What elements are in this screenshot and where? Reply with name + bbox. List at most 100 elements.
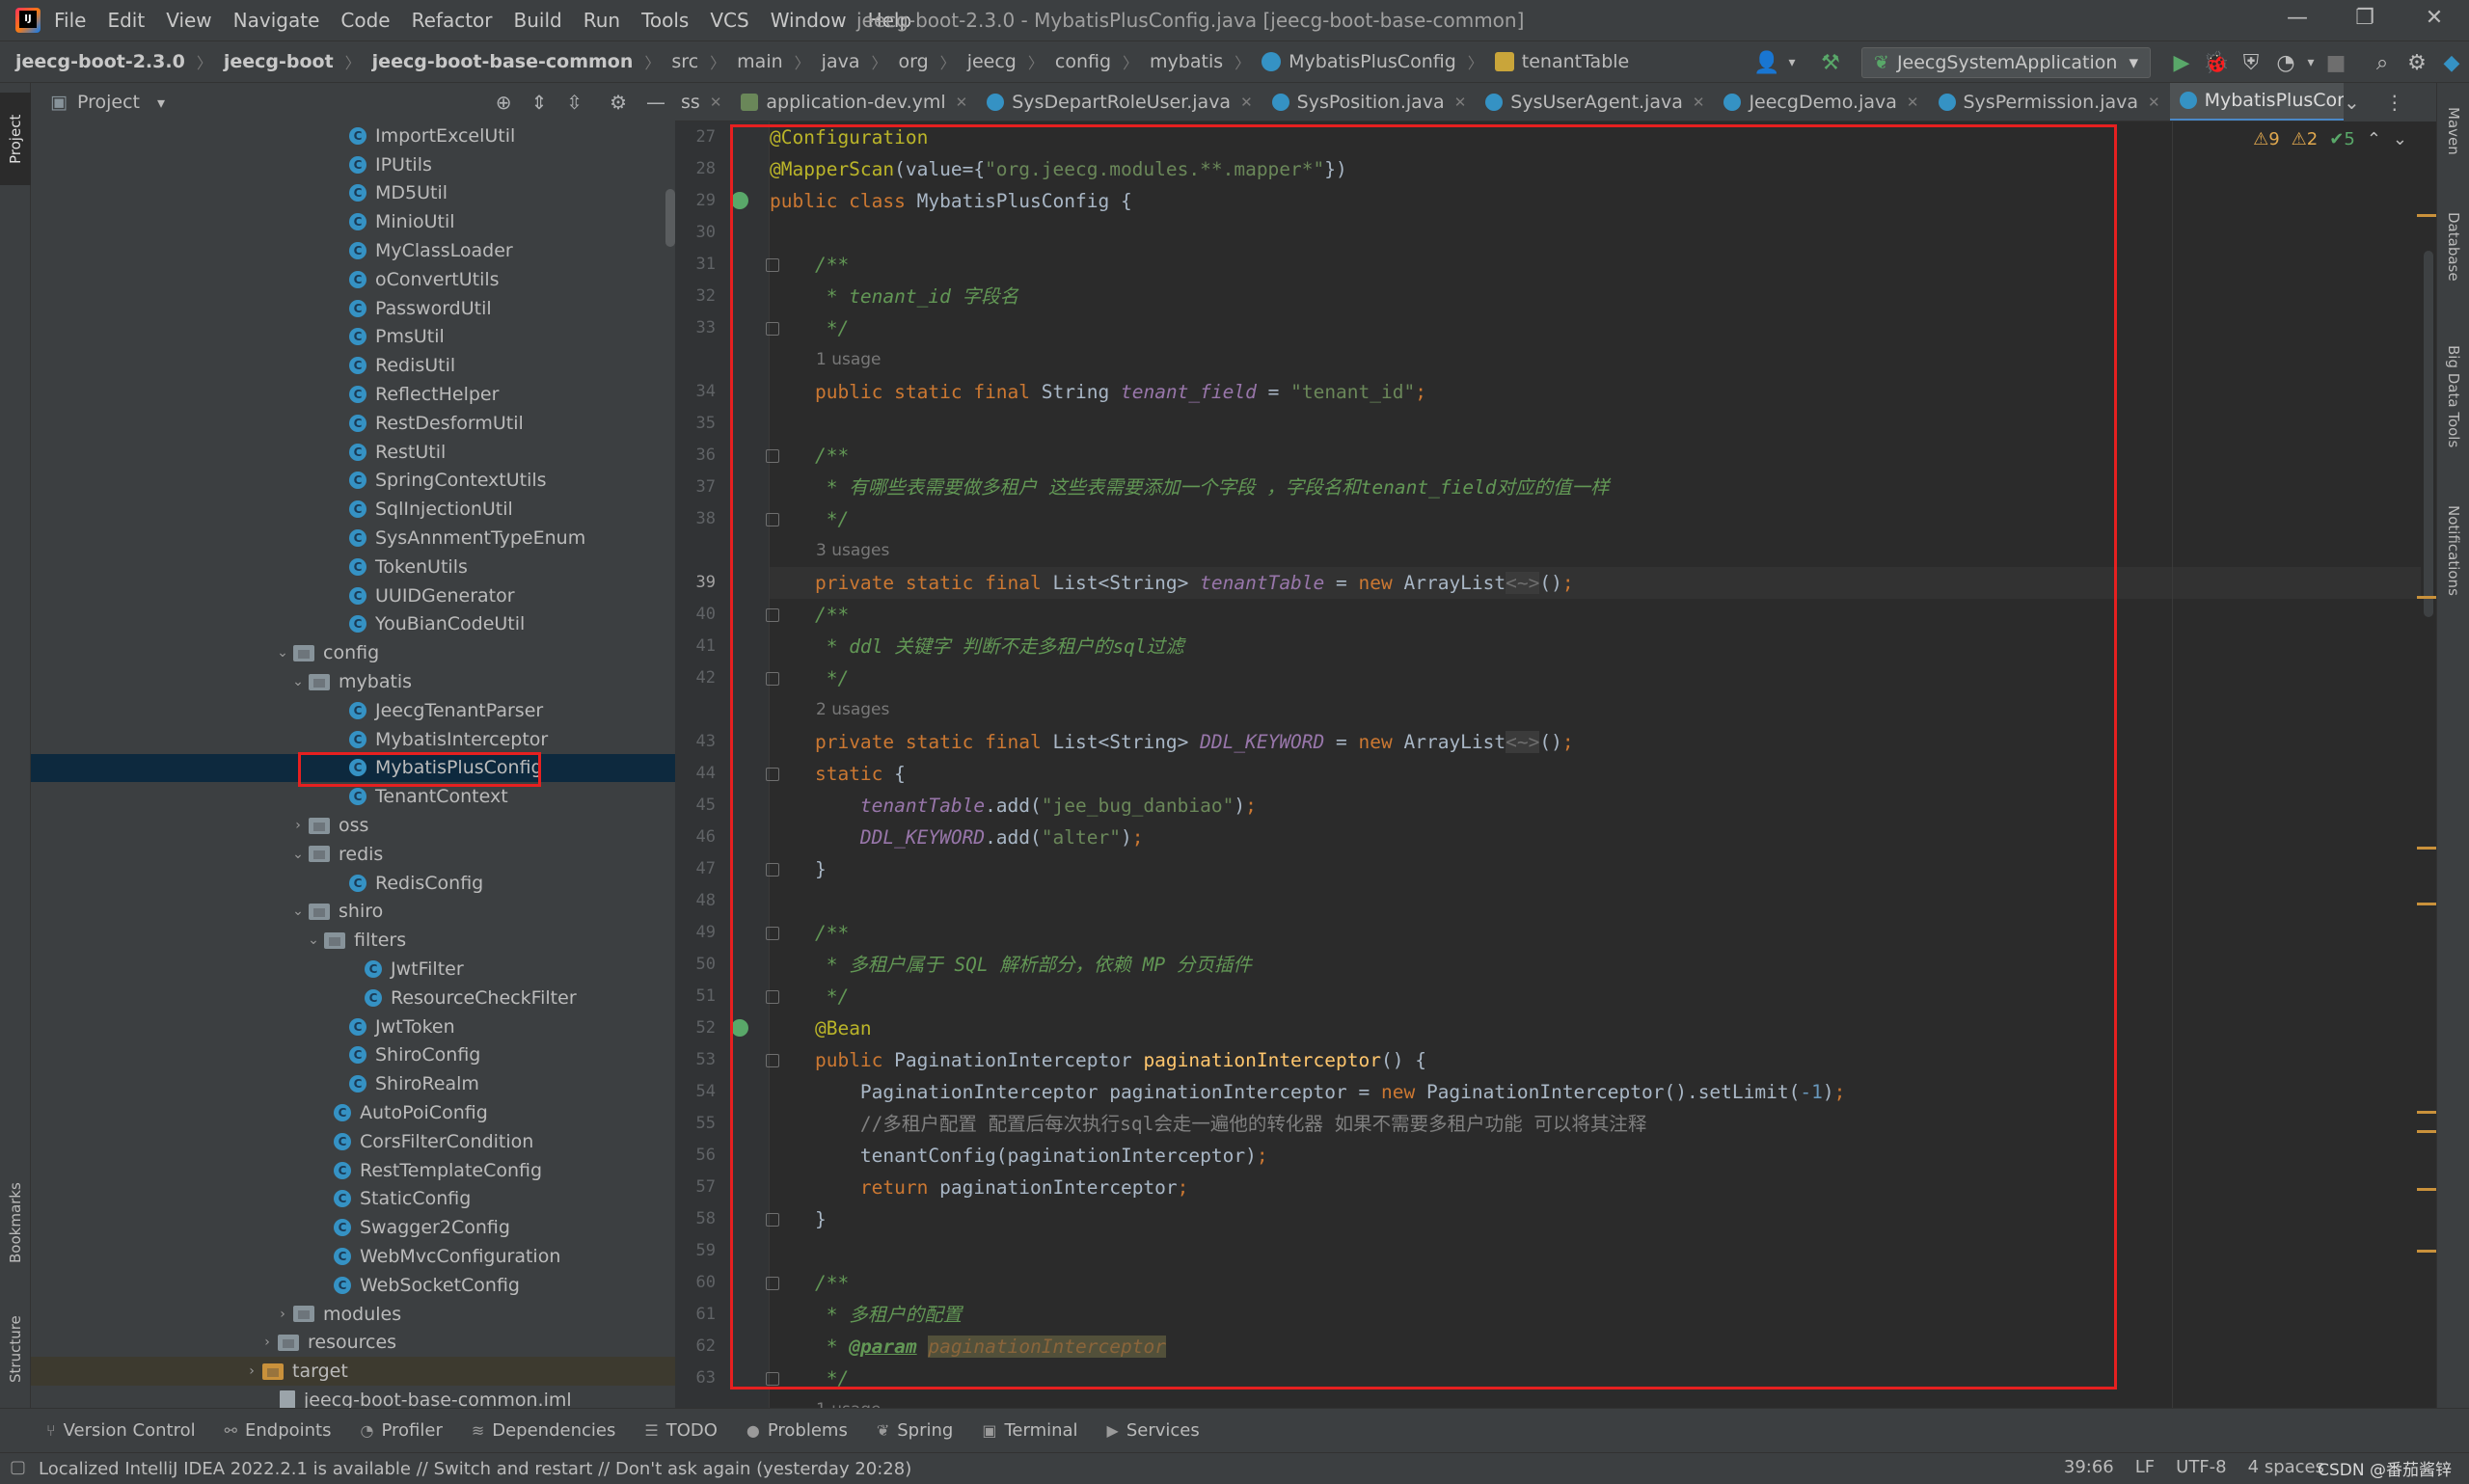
menu-tools[interactable]: Tools [641,9,689,32]
code-line[interactable]: public static final String tenant_field … [770,376,2436,408]
tool-window-problems[interactable]: ● Problems [746,1420,848,1441]
indent-setting[interactable]: 4 spaces [2248,1457,2324,1477]
code-line[interactable] [770,217,2436,249]
code-line[interactable]: DDL_KEYWORD.add("alter"); [770,822,2436,853]
line-number[interactable]: 37 [675,472,716,503]
line-number[interactable]: 55 [675,1108,716,1140]
breadcrumb-mybatis[interactable]: mybatis [1150,51,1223,72]
database-tool-tab[interactable]: Database [2437,199,2469,295]
debug-icon[interactable]: 🐞 [2199,51,2234,75]
menu-refactor[interactable]: Refactor [412,9,493,32]
tree-file-row[interactable]: C ShiroConfig [31,1041,675,1070]
code-line[interactable]: private static final List<String> tenant… [770,567,2436,599]
weak-warnings-count[interactable]: ⚠2 [2292,129,2319,149]
tree-file-row[interactable]: C Swagger2Config [31,1213,675,1242]
code-line[interactable]: /** [770,249,2436,281]
show-hidden-tabs-icon[interactable]: ⌄ [2344,91,2360,114]
typos-count[interactable]: ✔5 [2329,129,2355,149]
code-line[interactable]: @Configuration [770,121,2436,153]
file-encoding[interactable]: UTF-8 [2176,1457,2226,1477]
inspection-widget[interactable]: ⚠9 ⚠2 ✔5 ⌃ ⌄ [2253,129,2407,149]
code-line[interactable]: * @param paginationInterceptor [770,1331,2436,1363]
usages-inlay-hint[interactable]: 3 usages [816,535,889,567]
error-stripe-marker[interactable] [2417,1250,2436,1253]
chevron-down-icon[interactable]: ⌄ [272,645,293,661]
editor-tab[interactable]: ss ✕ [675,83,731,121]
close-tab-icon[interactable]: ✕ [710,94,722,111]
tool-window-version-control[interactable]: ⑂ Version Control [46,1420,196,1441]
code-line[interactable]: private static final List<String> DDL_KE… [770,726,2436,758]
menu-view[interactable]: View [166,9,211,32]
code-line[interactable]: * ddl 关键字 判断不走多租户的sql过滤 [770,631,2436,662]
editor-tab[interactable]: SysUserAgent.java ✕ [1476,83,1714,121]
code-line[interactable]: tenantConfig(paginationInterceptor); [770,1140,2436,1172]
breadcrumb-field[interactable]: tenantTable [1522,51,1629,72]
tree-file-row[interactable]: C YouBianCodeUtil [31,610,675,639]
tree-file-row[interactable]: C CorsFilterCondition [31,1127,675,1156]
gear-icon[interactable]: ⚙ [610,91,627,114]
chevron-down-icon[interactable]: ⌄ [287,674,309,689]
line-number[interactable]: 30 [675,217,716,249]
tree-folder-row[interactable]: › resources [31,1328,675,1357]
code-line[interactable]: */ [770,1363,2436,1394]
minimize-button[interactable]: — [2278,6,2317,30]
line-number[interactable]: 53 [675,1044,716,1076]
line-number[interactable]: 56 [675,1140,716,1172]
code-line[interactable]: /** [770,440,2436,472]
code-line[interactable] [770,885,2436,917]
code-line[interactable]: @Bean [770,1012,2436,1044]
code-line[interactable] [770,408,2436,440]
tree-file-row[interactable]: jeecg-boot-base-common.iml [31,1386,675,1408]
tree-file-row[interactable]: C RedisUtil [31,351,675,380]
line-number[interactable]: 34 [675,376,716,408]
tree-file-row[interactable]: C SqlInjectionUtil [31,495,675,524]
line-number[interactable]: 42 [675,662,716,694]
chevron-right-icon[interactable]: › [257,1335,278,1350]
error-stripe-marker[interactable] [2417,596,2436,599]
maven-tool-tab[interactable]: Maven [2437,93,2469,170]
close-tab-icon[interactable]: ✕ [1454,94,1467,111]
line-number[interactable]: 52 [675,1012,716,1044]
line-number[interactable]: 46 [675,822,716,853]
tree-folder-row[interactable]: › oss [31,811,675,840]
chevron-right-icon[interactable]: › [241,1363,262,1379]
tree-file-row[interactable]: C RestTemplateConfig [31,1156,675,1185]
line-number[interactable]: 44 [675,758,716,790]
line-number[interactable]: 58 [675,1203,716,1235]
notifications-tool-tab[interactable]: Notifications [2437,488,2469,613]
tree-folder-row[interactable]: ⌄ redis [31,840,675,869]
hide-panel-icon[interactable]: — [646,91,665,114]
tool-window-services[interactable]: ▶ Services [1107,1420,1200,1441]
run-icon[interactable]: ▶ [2164,51,2199,75]
line-number[interactable]: 61 [675,1299,716,1331]
more-actions-icon[interactable]: ⋮ [2385,91,2404,114]
code-line[interactable]: PaginationInterceptor paginationIntercep… [770,1076,2436,1108]
line-number[interactable]: 36 [675,440,716,472]
menu-navigate[interactable]: Navigate [233,9,320,32]
line-number[interactable]: 48 [675,885,716,917]
line-number[interactable]: 38 [675,503,716,535]
breadcrumb-java[interactable]: java [822,51,860,72]
tool-window-endpoints[interactable]: ⚯ Endpoints [225,1420,332,1441]
line-number[interactable]: 62 [675,1331,716,1363]
tool-window-profiler[interactable]: ◔ Profiler [361,1420,443,1441]
status-message[interactable]: Localized IntelliJ IDEA 2022.2.1 is avai… [39,1459,911,1479]
run-configuration-select[interactable]: ❦ JeecgSystemApplication ▾ [1861,47,2151,78]
code-line[interactable]: public class MybatisPlusConfig { [770,185,2436,217]
line-number[interactable]: 35 [675,408,716,440]
usages-inlay-hint[interactable]: 1 usage [816,1394,882,1408]
chevron-right-icon[interactable]: › [272,1307,293,1322]
menu-vcs[interactable]: VCS [710,9,748,32]
tree-file-row[interactable]: C PasswordUtil [31,294,675,323]
search-everywhere-icon[interactable]: ⌕ [2365,51,2400,75]
user-icon[interactable]: 👤 [1750,51,1784,75]
editor-tab[interactable]: SysPermission.java ✕ [1929,83,2170,121]
previous-highlight-icon[interactable]: ⌃ [2367,129,2381,149]
line-number[interactable]: 27 [675,121,716,153]
menu-edit[interactable]: Edit [107,9,145,32]
project-tool-tab[interactable]: Project [0,93,31,185]
code-line[interactable]: return paginationInterceptor; [770,1172,2436,1203]
restore-button[interactable]: ❐ [2346,6,2384,30]
big-data-tools-tab[interactable]: Big Data Tools [2437,324,2469,469]
caret-position[interactable]: 39:66 [2064,1457,2114,1477]
